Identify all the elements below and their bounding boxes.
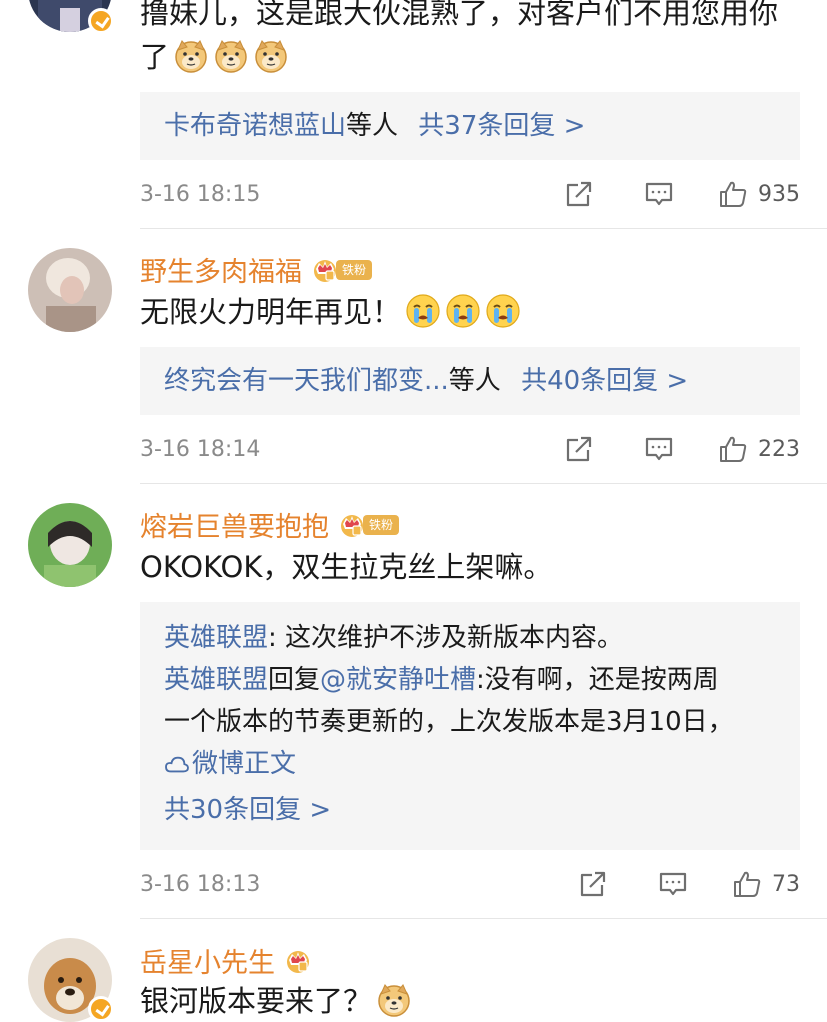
share-icon[interactable] — [564, 434, 594, 464]
thumbs-up-icon[interactable] — [718, 179, 748, 209]
reply-thread: 英雄联盟: 这次维护不涉及新版本内容。 英雄联盟回复@就安静吐槽:没有啊，还是按… — [140, 602, 800, 850]
reply-count-link[interactable]: 共30条回复 > — [164, 789, 776, 831]
comment-time: 3-16 18:13 — [140, 871, 261, 897]
reply-names[interactable]: 终究会有一天我们都变... — [164, 366, 449, 396]
fan-badge: 铁粉 — [310, 257, 373, 283]
reply-text: : 这次维护不涉及新版本内容。 — [268, 623, 624, 653]
fan-tag: 铁粉 — [363, 514, 400, 535]
mention-link[interactable]: @就安静吐槽 — [320, 665, 476, 695]
like-count: 73 — [772, 871, 800, 897]
share-icon[interactable] — [564, 179, 594, 209]
reply-item: 英雄联盟: 这次维护不涉及新版本内容。 — [164, 617, 776, 659]
comment-text: 无限火力明年再见！ — [140, 291, 521, 333]
reply-text-continued: 一个版本的节奏更新的，上次发版本是3月10日， — [164, 707, 734, 737]
divider — [140, 228, 827, 229]
avatar[interactable] — [28, 248, 112, 332]
username[interactable]: 岳星小先生 — [140, 941, 313, 980]
reply-item: 英雄联盟回复@就安静吐槽:没有啊，还是按两周 — [164, 659, 776, 701]
crying-emoji-icon — [485, 293, 521, 329]
username[interactable]: 熔岩巨兽要抱抱 铁粉 — [140, 505, 400, 544]
like-button[interactable]: 223 — [718, 434, 800, 464]
like-button[interactable]: 935 — [718, 179, 800, 209]
comment-time: 3-16 18:14 — [140, 436, 261, 462]
crown-badge-icon — [283, 948, 313, 974]
like-count: 935 — [758, 181, 800, 207]
comment-icon[interactable] — [644, 179, 674, 209]
share-icon[interactable] — [578, 869, 608, 899]
comment-meta: 3-16 18:14 223 — [140, 432, 800, 466]
comment-meta: 3-16 18:13 73 — [140, 867, 800, 901]
like-count: 223 — [758, 436, 800, 462]
thumbs-up-icon[interactable] — [718, 434, 748, 464]
doge-emoji-icon — [173, 38, 209, 74]
weibo-cloud-icon — [164, 747, 192, 789]
reply-author[interactable]: 英雄联盟 — [164, 623, 268, 653]
crying-emoji-icon — [405, 293, 441, 329]
fan-badge: 铁粉 — [337, 512, 400, 538]
reply-author[interactable]: 英雄联盟 — [164, 665, 268, 695]
reply-suffix: 等人 — [346, 111, 399, 141]
reply-suffix: 等人 — [448, 366, 501, 396]
crying-emoji-icon — [445, 293, 481, 329]
comment-time: 3-16 18:15 — [140, 181, 261, 207]
divider — [140, 918, 827, 919]
fan-tag: 铁粉 — [336, 259, 373, 280]
doge-emoji-icon — [376, 982, 412, 1018]
comment-text: 了 — [140, 36, 289, 78]
comment-icon[interactable] — [658, 869, 688, 899]
comment-text: 撸妹儿，这是跟大伙混熟了，对客户们不用您用你 — [140, 0, 779, 30]
like-button[interactable]: 73 — [732, 869, 800, 899]
thumbs-up-icon[interactable] — [732, 869, 762, 899]
comment-text: OKOKOK，双生拉克丝上架嘛。 — [140, 550, 553, 584]
reply-summary[interactable]: 终究会有一天我们都变...等人 共40条回复 > — [140, 347, 800, 415]
username[interactable]: 野生多肉福福 铁粉 — [140, 250, 373, 289]
doge-emoji-icon — [213, 38, 249, 74]
verified-badge-icon — [88, 996, 114, 1022]
reply-text: :没有啊，还是按两周 — [476, 665, 719, 695]
doge-emoji-icon — [253, 38, 289, 74]
weibo-source-link[interactable]: 微博正文 — [164, 743, 776, 789]
reply-summary[interactable]: 卡布奇诺想蓝山等人 共37条回复 > — [140, 92, 800, 160]
reply-count-link[interactable]: 共37条回复 > — [418, 111, 585, 141]
reply-word: 回复 — [268, 665, 321, 695]
divider — [140, 483, 827, 484]
comment-icon[interactable] — [644, 434, 674, 464]
verified-badge-icon — [88, 8, 114, 34]
fan-badge — [283, 948, 313, 974]
reply-names[interactable]: 卡布奇诺想蓝山 — [164, 111, 346, 141]
comment-meta: 3-16 18:15 935 — [140, 177, 800, 211]
reply-count-link[interactable]: 共40条回复 > — [521, 366, 688, 396]
avatar[interactable] — [28, 503, 112, 587]
comment-text: 银河版本要来了？ — [140, 980, 412, 1022]
